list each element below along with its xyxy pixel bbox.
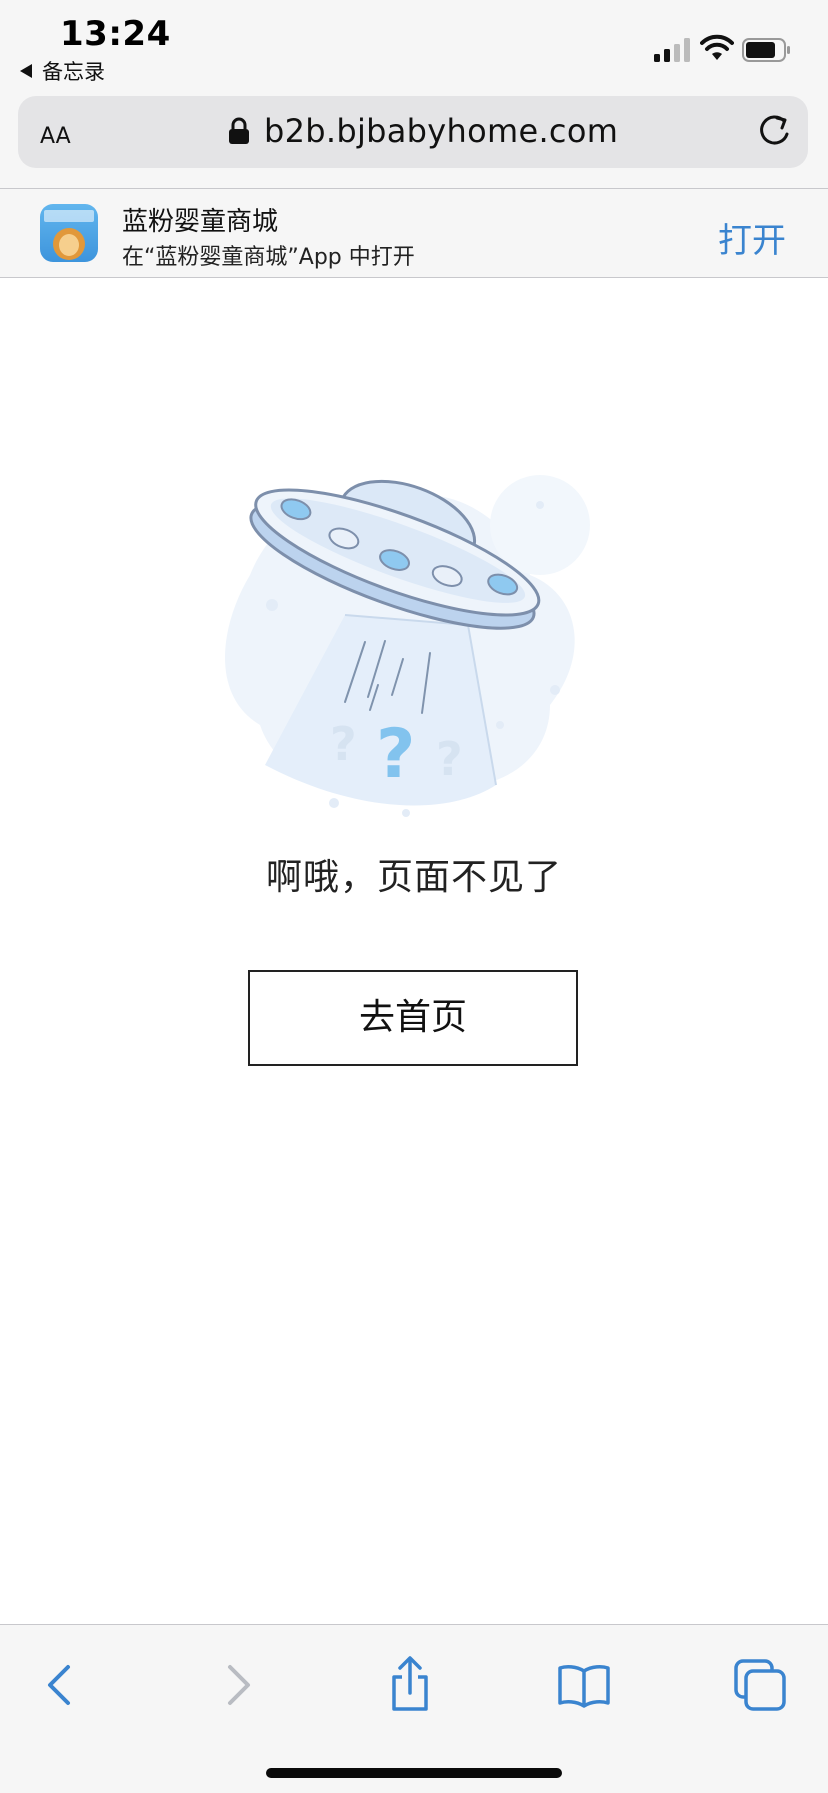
text-size-label: AA <box>40 124 71 149</box>
svg-text:?: ? <box>436 732 463 786</box>
tabs-icon[interactable] <box>730 1655 790 1715</box>
cellular-signal-icon <box>654 38 690 62</box>
forward-icon[interactable] <box>206 1655 266 1715</box>
reader-text-size-button[interactable]: AA <box>40 116 71 151</box>
svg-text:?: ? <box>330 717 357 771</box>
address-bar-area: AA b2b.bjbabyhome.com <box>0 90 828 188</box>
status-bar: 13:24 备忘录 <box>0 0 828 90</box>
go-home-button[interactable]: 去首页 <box>248 970 578 1066</box>
app-banner-subtitle: 在“蓝粉婴童商城”App 中打开 <box>122 245 415 270</box>
address-bar[interactable]: AA b2b.bjbabyhome.com <box>18 96 808 168</box>
home-indicator <box>266 1768 562 1778</box>
ufo-illustration: ? ? ? <box>225 475 590 817</box>
app-icon-text-strip <box>44 210 94 222</box>
app-banner: 蓝粉婴童商城 在“蓝粉婴童商城”App 中打开 打开 <box>0 188 828 278</box>
battery-icon <box>742 38 790 62</box>
reload-icon[interactable] <box>754 112 794 152</box>
back-to-app-link[interactable]: 备忘录 <box>20 56 105 86</box>
bookmarks-icon[interactable] <box>554 1655 614 1715</box>
url-text: b2b.bjbabyhome.com <box>264 112 619 150</box>
url-display[interactable]: b2b.bjbabyhome.com <box>228 112 618 150</box>
clock: 13:24 <box>60 14 171 54</box>
app-icon <box>40 204 98 262</box>
error-message: 啊哦，页面不见了 <box>265 857 562 898</box>
wifi-icon <box>700 34 734 60</box>
app-name: 蓝粉婴童商城 <box>122 207 279 237</box>
back-to-app-label: 备忘录 <box>42 60 105 84</box>
back-triangle-icon <box>20 64 32 78</box>
back-icon[interactable] <box>32 1655 92 1715</box>
browser-toolbar <box>0 1624 828 1793</box>
lion-face-icon <box>59 234 79 256</box>
share-icon[interactable] <box>380 1655 440 1715</box>
lock-icon <box>229 117 249 144</box>
svg-text:?: ? <box>376 715 415 794</box>
open-in-app-button[interactable]: 打开 <box>718 213 786 262</box>
